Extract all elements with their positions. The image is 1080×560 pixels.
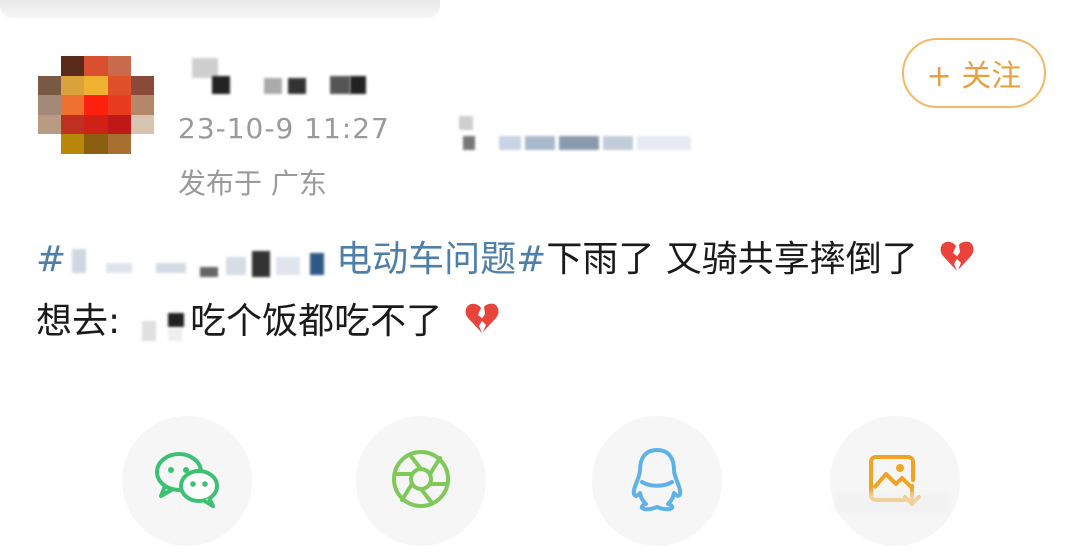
post-text-prefix: 想去: xyxy=(36,301,121,342)
text-redacted xyxy=(120,305,190,341)
post-timestamp: 23-10-9 11:27 xyxy=(178,112,390,145)
moments-icon xyxy=(390,448,452,514)
avatar[interactable] xyxy=(38,56,154,154)
post-content-line-2: 想去: 吃个饭都吃不了 xyxy=(36,300,500,346)
username-redacted[interactable] xyxy=(190,58,390,98)
share-wechat-button[interactable] xyxy=(122,416,252,546)
follow-button[interactable]: + 关注 xyxy=(902,38,1046,108)
top-bar-fragment xyxy=(0,0,440,18)
post-content-line-1: # 电动车问题#下雨了 又骑共享摔倒了 xyxy=(36,238,975,284)
save-image-button[interactable] xyxy=(830,416,960,546)
broken-heart-icon xyxy=(939,239,975,284)
qq-icon xyxy=(630,446,684,516)
topic-hash-start: # xyxy=(36,239,67,280)
topic-hashtag[interactable]: # 电动车问题# xyxy=(36,239,546,280)
topic-redacted xyxy=(66,243,336,279)
post-text-line-2: 吃个饭都吃不了 xyxy=(190,301,443,342)
post-text-line-1: 下雨了 又骑共享摔倒了 xyxy=(546,239,918,280)
wechat-icon xyxy=(153,450,221,512)
share-moments-button[interactable] xyxy=(356,416,486,546)
watermark xyxy=(835,492,950,514)
device-redacted xyxy=(455,112,695,152)
broken-heart-icon xyxy=(464,301,500,346)
post-location: 发布于 广东 xyxy=(178,167,327,200)
topic-label: 电动车问题# xyxy=(336,239,547,280)
share-qq-button[interactable] xyxy=(592,416,722,546)
